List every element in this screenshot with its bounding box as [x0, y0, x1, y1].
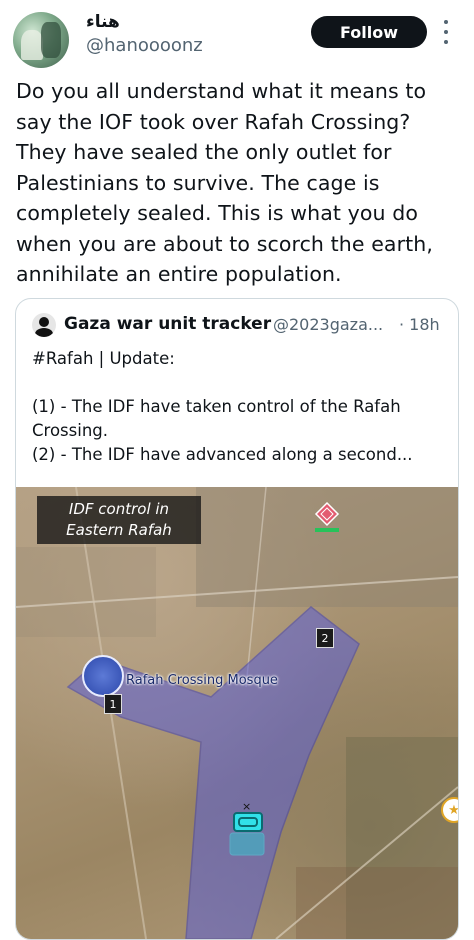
close-icon: × [242, 800, 252, 813]
quoted-author-handle[interactable]: @2023gaza... [273, 315, 383, 334]
quoted-author-name[interactable]: Gaza war unit tracker [64, 314, 271, 334]
satellite-terrain [16, 487, 458, 939]
mosque-label: Rafah Crossing Mosque [126, 673, 278, 688]
author-display-name[interactable]: هناء [86, 12, 120, 32]
quoted-author-avatar[interactable] [32, 313, 56, 337]
author-avatar[interactable] [13, 12, 69, 68]
follow-button[interactable]: Follow [311, 16, 427, 48]
quoted-tweet-text: #Rafah | Update: (1) - The IDF have take… [32, 349, 413, 464]
mosque-marker[interactable] [82, 655, 124, 697]
quoted-timestamp[interactable]: · 18h [399, 315, 440, 334]
map-marker-1[interactable]: 1 [104, 694, 122, 714]
map-label-line2: Eastern Rafah [66, 521, 172, 539]
map-legend-label: IDF control in Eastern Rafah [37, 496, 201, 544]
map-marker-2[interactable]: 2 [316, 628, 334, 648]
map-label-line1: IDF control in [68, 500, 170, 518]
quoted-tweet-card[interactable]: Gaza war unit tracker @2023gaza... · 18h… [15, 298, 459, 940]
tweet-text: Do you all understand what it means to s… [16, 79, 433, 286]
more-vertical-icon[interactable] [443, 20, 449, 44]
author-handle[interactable]: @hanoooonz [86, 35, 203, 56]
map-image[interactable]: IDF control in Eastern Rafah Rafah Cross… [16, 487, 458, 939]
